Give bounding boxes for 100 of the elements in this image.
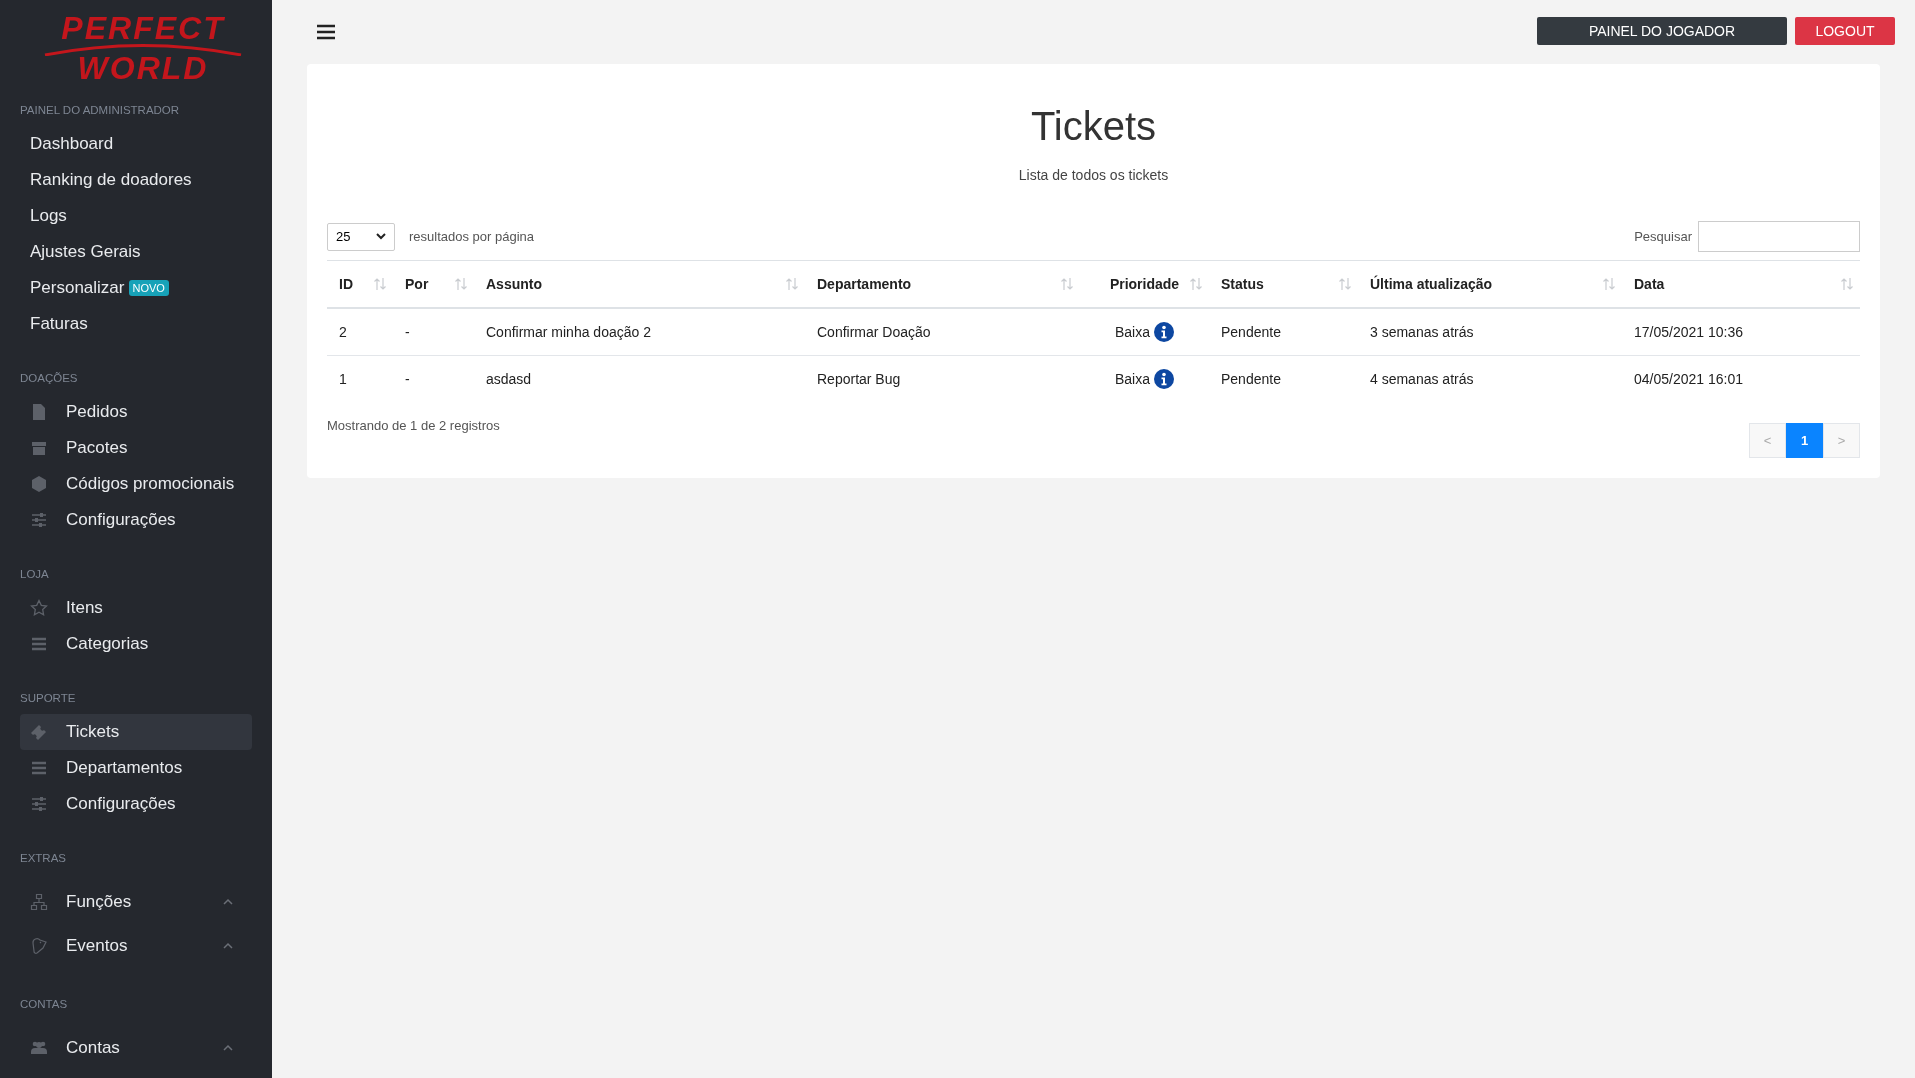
sort-icon <box>1602 277 1616 291</box>
table-cell: Confirmar Doação <box>817 324 931 340</box>
table-info: Mostrando de 1 de 2 registros <box>327 418 500 433</box>
sliders-icon <box>30 511 48 529</box>
sidebar-item-label: Pedidos <box>66 402 128 422</box>
sort-icon <box>373 277 387 291</box>
column-header[interactable]: ID <box>327 260 393 308</box>
section-heading: PAINEL DO ADMINISTRADOR <box>20 103 181 118</box>
sidebar-item[interactable]: Categorias <box>20 626 252 662</box>
sidebar-item[interactable]: Ajustes Gerais <box>20 234 252 270</box>
header-button[interactable]: PAINEL DO JOGADOR <box>1537 17 1787 45</box>
sort-icon <box>454 277 468 291</box>
sidebar-item[interactable]: Itens <box>20 590 252 626</box>
file-icon <box>30 403 48 421</box>
sidebar-item-label: Categorias <box>66 634 149 654</box>
column-header[interactable]: Data <box>1622 260 1860 308</box>
section-heading: SUPORTE <box>20 691 77 706</box>
sidebar-item[interactable]: Departamentos <box>20 750 252 786</box>
column-header[interactable]: Departamento <box>805 260 1080 308</box>
sidebar-item[interactable]: Configurações <box>20 502 252 538</box>
sort-icon <box>1338 277 1352 291</box>
sidebar-item[interactable]: Pacotes <box>20 430 252 466</box>
sidebar-item-label: Faturas <box>30 314 88 334</box>
table-cell: Reportar Bug <box>817 371 901 387</box>
pagination-button[interactable]: 1 <box>1786 423 1823 458</box>
sidebar-item[interactable]: Ranking de doadores <box>20 162 252 198</box>
table-cell: - <box>405 371 410 387</box>
table-cell: - <box>405 324 410 340</box>
sidebar-item[interactable]: Eventos <box>20 924 252 968</box>
column-header[interactable]: Assunto <box>474 260 805 308</box>
menu-icon[interactable] <box>317 24 335 40</box>
sidebar-item[interactable]: Funções <box>20 880 252 924</box>
sidebar-item[interactable]: Tickets <box>20 714 252 750</box>
dropdown-caret-icon <box>376 233 386 240</box>
sidebar-item-label: Ajustes Gerais <box>30 242 141 262</box>
list-icon <box>30 759 48 777</box>
sort-icon <box>785 277 799 291</box>
page-size-label: resultados por página <box>409 229 535 244</box>
page-title: Tickets <box>1029 104 1158 149</box>
sidebar-item[interactable]: Códigos promocionais <box>20 466 252 502</box>
section-heading: DOAÇÕES <box>20 371 79 386</box>
table-cell: 4 semanas atrás <box>1370 371 1474 387</box>
sidebar-item[interactable]: Contas <box>20 1026 252 1070</box>
column-header[interactable]: Última atualização <box>1358 260 1622 308</box>
sort-icon <box>1840 277 1854 291</box>
search-label: Pesquisar <box>1634 229 1692 244</box>
sidebar-item[interactable]: Dashboard <box>20 126 252 162</box>
page-size-select[interactable]: 25 <box>327 222 395 251</box>
table-cell: 3 semanas atrás <box>1370 324 1474 340</box>
table-cell: asdasd <box>486 371 532 387</box>
table-cell: 2 <box>339 324 347 340</box>
sidebar-item-label: Itens <box>66 598 103 618</box>
header-button[interactable]: LOGOUT <box>1795 17 1895 45</box>
page-subtitle: Lista de todos os tickets <box>1017 167 1170 183</box>
sidebar-item-label: Dashboard <box>30 134 114 154</box>
sidebar-item[interactable]: Configurações <box>20 786 252 822</box>
sidebar-item-label: Eventos <box>66 936 128 956</box>
sidebar-item-label: Configurações <box>66 510 176 530</box>
sidebar-item-label: Ranking de doadores <box>30 170 192 190</box>
new-badge: NOVO <box>128 280 169 296</box>
info-icon[interactable] <box>1154 322 1174 342</box>
cube-icon <box>30 475 48 493</box>
column-header[interactable]: Prioridade <box>1080 260 1209 308</box>
sidebar-item-label: Tickets <box>66 722 120 742</box>
column-header[interactable]: Status <box>1209 260 1358 308</box>
sidebar-item-label: Pacotes <box>66 438 128 458</box>
sort-icon <box>1189 277 1203 291</box>
sidebar-item-label: Departamentos <box>66 758 183 778</box>
sidebar-item-label: Códigos promocionais <box>66 474 235 494</box>
sidebar-item[interactable]: Faturas <box>20 306 252 342</box>
sidebar-item[interactable]: Personalizar NOVO <box>20 270 252 306</box>
sidebar-item[interactable]: Pedidos <box>20 394 252 430</box>
sidebar-item-label: Funções <box>66 892 132 912</box>
sidebar-item[interactable]: Logs <box>20 198 252 234</box>
table-cell: 04/05/2021 16:01 <box>1634 371 1743 387</box>
ticket-icon <box>30 723 48 741</box>
info-icon[interactable] <box>1154 369 1174 389</box>
users-icon <box>30 1039 48 1057</box>
column-header[interactable]: Por <box>393 260 474 308</box>
sitemap-icon <box>30 893 48 911</box>
table-cell: Pendente <box>1221 371 1281 387</box>
table-cell: Baixa <box>1115 371 1150 387</box>
table-cell: Baixa <box>1115 324 1150 340</box>
sidebar-item-label: Configurações <box>66 794 176 814</box>
section-heading: LOJA <box>20 567 50 582</box>
table-cell: Confirmar minha doação 2 <box>486 324 651 340</box>
section-heading: CONTAS <box>20 997 69 1012</box>
sliders-icon <box>30 795 48 813</box>
sort-icon <box>1060 277 1074 291</box>
search-field[interactable] <box>1698 221 1860 252</box>
section-heading: EXTRAS <box>20 851 67 866</box>
table-cell: Pendente <box>1221 324 1281 340</box>
sidebar-item-label: Personalizar <box>30 278 125 298</box>
table-cell: 1 <box>339 371 347 387</box>
table-cell: 17/05/2021 10:36 <box>1634 324 1743 340</box>
sidebar-item-label: Contas <box>66 1038 120 1058</box>
star-icon <box>30 599 48 617</box>
sidebar-item-label: Logs <box>30 206 67 226</box>
list-icon <box>30 635 48 653</box>
archive-box-icon <box>30 439 48 457</box>
